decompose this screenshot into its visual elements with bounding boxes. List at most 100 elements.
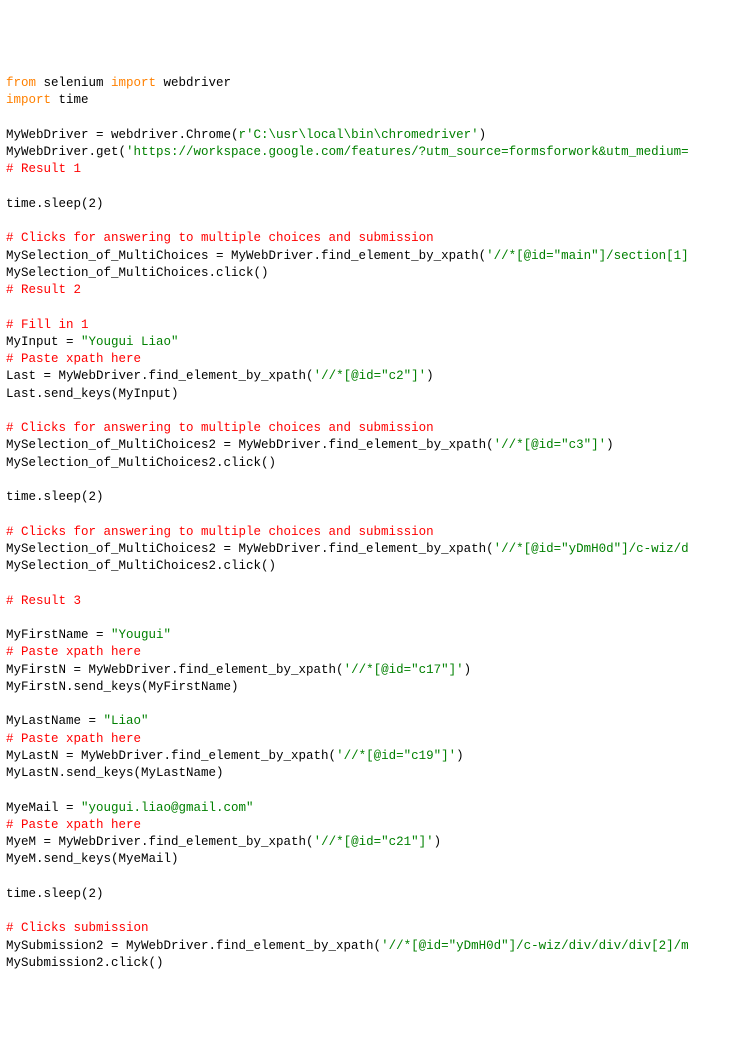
code-line: MyWebDriver = webdriver.Chrome(r'C:\usr\… [6,127,725,144]
code-line: # Paste xpath here [6,351,725,368]
code-token: MyLastN = MyWebDriver.find_element_by_xp… [6,749,336,763]
code-token: MyInput = [6,335,81,349]
code-token: # Clicks submission [6,921,149,935]
code-line: # Clicks for answering to multiple choic… [6,524,725,541]
code-line [6,403,725,420]
code-token: "yougui.liao@gmail.com" [81,801,254,815]
code-line: MyeM.send_keys(MyeMail) [6,851,725,868]
code-line: MyeMail = "yougui.liao@gmail.com" [6,800,725,817]
code-token: MyeM = MyWebDriver.find_element_by_xpath… [6,835,314,849]
code-line: Last = MyWebDriver.find_element_by_xpath… [6,368,725,385]
code-token: selenium [36,76,111,90]
code-line: MyLastName = "Liao" [6,713,725,730]
code-token: MyeMail = [6,801,81,815]
code-token: '//*[@id="c17"]' [344,663,464,677]
code-token: '//*[@id="c3"]' [494,438,607,452]
code-line [6,869,725,886]
code-token: MySelection_of_MultiChoices.click() [6,266,269,280]
code-line [6,179,725,196]
code-token: time.sleep(2) [6,887,104,901]
code-line: MySelection_of_MultiChoices.click() [6,265,725,282]
code-line: MyFirstN.send_keys(MyFirstName) [6,679,725,696]
code-token: Last = MyWebDriver.find_element_by_xpath… [6,369,314,383]
code-token: # Paste xpath here [6,645,141,659]
code-token: from [6,76,36,90]
code-token: Last.send_keys(MyInput) [6,387,179,401]
code-line: MyLastN.send_keys(MyLastName) [6,765,725,782]
code-token: import [6,93,51,107]
code-token: # Clicks for answering to multiple choic… [6,525,434,539]
code-token: # Fill in 1 [6,318,89,332]
code-line: time.sleep(2) [6,196,725,213]
code-token: time [51,93,89,107]
code-line [6,610,725,627]
code-line: MyWebDriver.get('https://workspace.googl… [6,144,725,161]
code-token: MySelection_of_MultiChoices2.click() [6,559,276,573]
code-token: MyLastN.send_keys(MyLastName) [6,766,224,780]
code-line [6,110,725,127]
code-line: time.sleep(2) [6,489,725,506]
code-token: MySubmission2 = MyWebDriver.find_element… [6,939,381,953]
code-token: time.sleep(2) [6,490,104,504]
code-line: # Clicks submission [6,920,725,937]
code-line: # Clicks for answering to multiple choic… [6,230,725,247]
code-token: '//*[@id="yDmH0d"]/c-wiz/div/div/div[2]/… [381,939,689,953]
code-block: from selenium import webdriverimport tim… [6,75,725,972]
code-line: MySelection_of_MultiChoices2.click() [6,455,725,472]
code-token: ) [456,749,464,763]
code-token: ) [464,663,472,677]
code-line: # Fill in 1 [6,317,725,334]
code-token: '//*[@id="yDmH0d"]/c-wiz/d [494,542,689,556]
code-token: MySelection_of_MultiChoices2 = MyWebDriv… [6,542,494,556]
code-token: '//*[@id="c19"]' [336,749,456,763]
code-token: ) [434,835,442,849]
code-token: webdriver [156,76,231,90]
code-line: # Result 1 [6,161,725,178]
code-token: '//*[@id="c21"]' [314,835,434,849]
code-line: MySelection_of_MultiChoices2 = MyWebDriv… [6,437,725,454]
code-token: # Paste xpath here [6,352,141,366]
code-line: MySubmission2 = MyWebDriver.find_element… [6,938,725,955]
code-line: import time [6,92,725,109]
code-token: ) [606,438,614,452]
code-token: MyWebDriver = webdriver.Chrome( [6,128,239,142]
code-line: Last.send_keys(MyInput) [6,386,725,403]
code-token: r'C:\usr\local\bin\chromedriver' [239,128,479,142]
code-line [6,213,725,230]
code-line: MyFirstN = MyWebDriver.find_element_by_x… [6,662,725,679]
code-line: time.sleep(2) [6,886,725,903]
code-line: MySelection_of_MultiChoices = MyWebDrive… [6,248,725,265]
code-token: MySelection_of_MultiChoices = MyWebDrive… [6,249,486,263]
code-line: MyInput = "Yougui Liao" [6,334,725,351]
code-line: MyFirstName = "Yougui" [6,627,725,644]
code-line: MySelection_of_MultiChoices2.click() [6,558,725,575]
code-token: # Result 1 [6,162,81,176]
code-token: # Paste xpath here [6,818,141,832]
code-token: # Paste xpath here [6,732,141,746]
code-token: # Result 3 [6,594,81,608]
code-token: MyeM.send_keys(MyeMail) [6,852,179,866]
code-line: MyeM = MyWebDriver.find_element_by_xpath… [6,834,725,851]
code-line: # Result 2 [6,282,725,299]
code-line [6,696,725,713]
code-token: import [111,76,156,90]
code-token: MyWebDriver.get( [6,145,126,159]
code-line [6,903,725,920]
code-token: "Yougui" [111,628,171,642]
code-line: from selenium import webdriver [6,75,725,92]
code-line [6,575,725,592]
code-token: '//*[@id="main"]/section[1] [486,249,689,263]
code-line: # Result 3 [6,593,725,610]
code-line [6,472,725,489]
code-token: "Yougui Liao" [81,335,179,349]
code-token: 'https://workspace.google.com/features/?… [126,145,689,159]
code-token: # Clicks for answering to multiple choic… [6,231,434,245]
code-line: MySubmission2.click() [6,955,725,972]
code-line: MyLastN = MyWebDriver.find_element_by_xp… [6,748,725,765]
code-line [6,782,725,799]
code-line: # Clicks for answering to multiple choic… [6,420,725,437]
code-token: MyFirstName = [6,628,111,642]
code-token: MySelection_of_MultiChoices2.click() [6,456,276,470]
code-line: # Paste xpath here [6,644,725,661]
code-token: "Liao" [104,714,149,728]
